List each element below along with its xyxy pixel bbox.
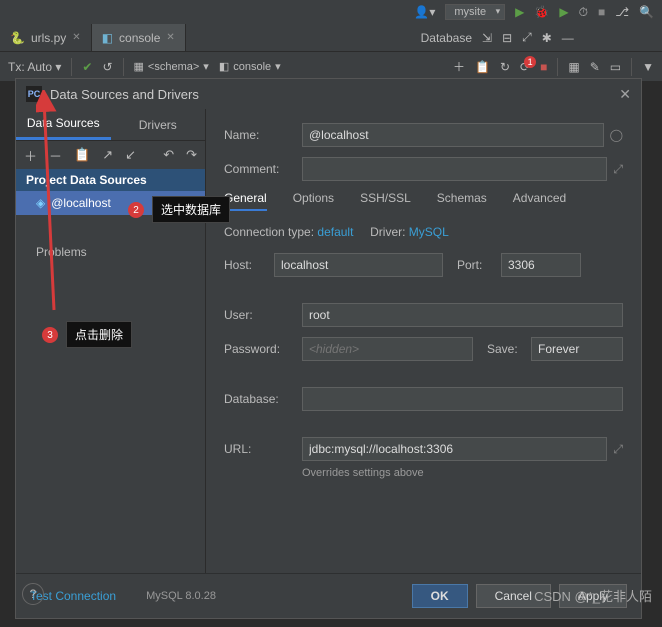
console-icon: ◧ [102, 31, 113, 45]
copy-icon[interactable]: 📋 [74, 147, 90, 163]
database-label: Database: [224, 392, 302, 406]
python-icon: 🐍 [10, 31, 25, 45]
name-input[interactable] [302, 123, 604, 147]
make-global-icon[interactable]: ↙ [125, 147, 136, 163]
url-input[interactable] [302, 437, 607, 461]
annotation-arrow [36, 90, 66, 320]
stop-icon: ■ [598, 5, 605, 19]
tab-console[interactable]: ◧ console ✕ [92, 24, 186, 51]
tab-options[interactable]: Options [293, 191, 334, 211]
expand-icon[interactable]: ⤢ [613, 442, 623, 457]
profile-icon[interactable]: ⏱ [579, 5, 588, 20]
database-panel-title: Database [411, 24, 482, 51]
editor-tabs: 🐍 urls.py ✕ ◧ console ✕ Database ⇲ ⊟ ⤢ ✱… [0, 24, 662, 52]
minimize-icon[interactable]: — [562, 31, 574, 45]
commit-icon[interactable]: ✔ [82, 60, 92, 74]
dialog-content: Name: ◯ Comment: ⤢ General Options SSH/S… [206, 109, 641, 573]
host-label: Host: [224, 258, 274, 272]
user-label: User: [224, 308, 302, 322]
hide-icon[interactable]: ⊟ [502, 31, 512, 45]
schema-combo[interactable]: ▦ <schema> ▾ [134, 60, 209, 73]
save-label: Save: [487, 342, 531, 356]
tab-label: urls.py [31, 31, 66, 45]
override-note: Overrides settings above [302, 467, 623, 479]
database-input[interactable] [302, 387, 623, 411]
query-icon[interactable]: ▭ [610, 60, 621, 74]
driver-link[interactable]: MySQL [409, 225, 449, 239]
comment-label: Comment: [224, 162, 302, 176]
stop-icon[interactable]: ■ [540, 60, 547, 74]
help-button[interactable]: ? [22, 583, 44, 605]
refresh-icon[interactable]: ↻ [500, 60, 510, 74]
content-tabs: General Options SSH/SSL Schemas Advanced [224, 191, 623, 211]
close-icon[interactable]: ✕ [72, 32, 80, 43]
undo-icon[interactable]: ↶ [163, 147, 174, 163]
table-icon[interactable]: ▦ [568, 60, 579, 74]
move-icon[interactable]: ⤢ [522, 30, 532, 45]
tab-label: console [119, 31, 160, 45]
badge-2: 2 [128, 202, 144, 218]
callout-select-db: 选中数据库 [152, 196, 230, 223]
tx-mode-combo[interactable]: Tx: Auto ▾ [8, 60, 61, 74]
tab-urls[interactable]: 🐍 urls.py ✕ [0, 24, 92, 51]
search-icon[interactable]: 🔍 [639, 5, 654, 19]
dialog-title-text: Data Sources and Drivers [50, 87, 199, 102]
add-icon[interactable]: ＋ [453, 58, 465, 75]
watermark: CSDN @*_花非人陌 [534, 586, 652, 605]
expand-icon[interactable]: ⤢ [613, 162, 623, 177]
tab-schemas[interactable]: Schemas [437, 191, 487, 211]
tab-drivers[interactable]: Drivers [111, 109, 206, 140]
sync-icon[interactable]: ⟳ [520, 60, 530, 74]
close-icon[interactable]: ✕ [619, 86, 631, 103]
ok-button[interactable]: OK [412, 584, 468, 608]
tab-ssh[interactable]: SSH/SSL [360, 191, 411, 211]
password-label: Password: [224, 342, 302, 356]
top-toolbar: 👤▾ mysite ▶ 🐞 ▶ ⏱ ■ ⎇ 🔍 [0, 0, 662, 24]
db-version-text: MySQL 8.0.28 [146, 590, 216, 602]
comment-input[interactable] [302, 157, 607, 181]
run-config-combo[interactable]: mysite [445, 4, 505, 20]
port-label: Port: [457, 258, 501, 272]
password-input[interactable] [302, 337, 473, 361]
debug-icon[interactable]: 🐞 [534, 5, 549, 19]
save-select[interactable]: Forever [531, 337, 623, 361]
edit-icon[interactable]: ✎ [590, 60, 600, 74]
paste-icon[interactable]: 📋 [475, 60, 490, 74]
rollback-icon[interactable]: ↺ [102, 60, 112, 74]
run-icon[interactable]: ▶ [515, 5, 524, 19]
tab-advanced[interactable]: Advanced [513, 191, 566, 211]
badge-3: 3 [42, 327, 58, 343]
data-sources-dialog: PC Data Sources and Drivers ✕ Data Sourc… [15, 78, 642, 619]
collapse-icon[interactable]: ⇲ [482, 31, 492, 45]
close-icon[interactable]: ✕ [166, 32, 174, 43]
dialog-titlebar[interactable]: PC Data Sources and Drivers ✕ [16, 79, 641, 109]
settings-icon[interactable]: ✱ [542, 31, 552, 45]
ddl-icon[interactable]: ↗ [102, 147, 113, 163]
name-label: Name: [224, 128, 302, 142]
url-label: URL: [224, 442, 302, 456]
user-input[interactable] [302, 303, 623, 327]
color-icon[interactable]: ◯ [610, 128, 623, 142]
port-input[interactable] [501, 253, 581, 277]
callout-click-delete: 点击删除 [66, 321, 132, 348]
connection-type-row: Connection type: default Driver: MySQL [224, 225, 623, 239]
filter-icon[interactable]: ▼ [642, 60, 654, 74]
git-icon[interactable]: ⎇ [615, 5, 629, 19]
connection-type-link[interactable]: default [317, 225, 353, 239]
redo-icon[interactable]: ↷ [186, 147, 197, 163]
host-input[interactable] [274, 253, 443, 277]
person-icon[interactable]: 👤▾ [414, 5, 435, 19]
coverage-icon[interactable]: ▶ [559, 5, 568, 19]
console-combo[interactable]: ◧ console ▾ [219, 60, 281, 73]
